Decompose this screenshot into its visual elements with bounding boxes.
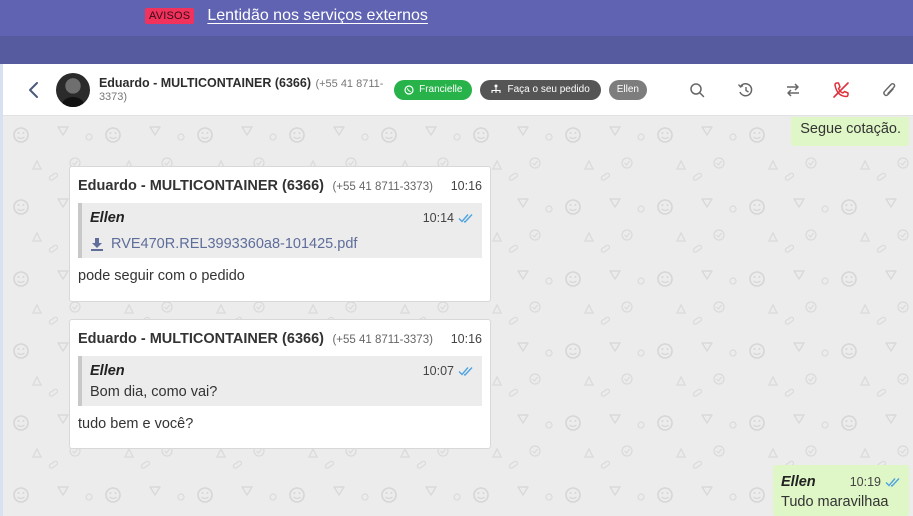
whatsapp-icon <box>404 84 414 95</box>
message-header: Eduardo - MULTICONTAINER (6366) (+55 41 … <box>78 177 482 195</box>
tag-label: Francielle <box>419 84 463 95</box>
search-icon <box>690 82 705 97</box>
notice-badge: AVISOS <box>145 8 195 24</box>
incoming-message[interactable]: Eduardo - MULTICONTAINER (6366) (+55 41 … <box>69 166 491 302</box>
file-name: RVE470R.REL3993360a8-101425.pdf <box>111 236 358 252</box>
chevron-left-icon <box>29 81 39 98</box>
tag-ellen[interactable]: Ellen <box>608 79 647 100</box>
paperclip-icon <box>883 82 896 96</box>
message-sender: Eduardo - MULTICONTAINER (6366) <box>78 331 324 347</box>
message-text: tudo bem e você? <box>78 416 194 432</box>
header-actions <box>673 75 913 105</box>
quoted-message[interactable]: Ellen 10:07 Bom dia, como vai? <box>78 356 482 406</box>
end-call-icon <box>833 81 849 98</box>
quoted-message[interactable]: Ellen 10:14 RVE470R.REL3993360a8-101425.… <box>78 203 482 258</box>
message-author: Ellen <box>781 474 816 490</box>
search-button[interactable] <box>673 75 721 105</box>
quote-time: 10:07 <box>422 364 454 378</box>
quote-text: Bom dia, como vai? <box>90 384 218 400</box>
message-time: 10:19 <box>849 475 881 489</box>
notice-bar: AVISOS Lentidão nos serviços externos <box>0 0 913 64</box>
transfer-button[interactable] <box>769 75 817 105</box>
tag-label: Faça o seu pedido <box>507 84 590 95</box>
transfer-icon <box>787 82 799 97</box>
message-sender: Eduardo - MULTICONTAINER (6366) <box>78 178 324 194</box>
file-attachment-link[interactable]: RVE470R.REL3993360a8-101425.pdf <box>90 236 474 252</box>
double-check-icon <box>458 214 473 223</box>
outgoing-message[interactable]: Segue cotação. <box>791 117 909 146</box>
message-time: 10:16 <box>450 332 482 346</box>
double-check-icon <box>458 367 473 376</box>
history-icon <box>737 82 752 96</box>
message-text: Tudo maravilhaa <box>781 494 889 510</box>
quote-header: Ellen 10:14 <box>90 210 474 226</box>
message-text: pode seguir com o pedido <box>78 268 245 284</box>
double-check-icon <box>885 478 900 487</box>
message-phone: (+55 41 8711-3373) <box>332 181 433 193</box>
chat-area[interactable]: Segue cotação. Eduardo - MULTICONTAINER … <box>3 117 913 516</box>
notice-row: AVISOS Lentidão nos serviços externos <box>145 7 428 25</box>
contact-name: Eduardo - MULTICONTAINER (6366) <box>98 75 311 90</box>
end-call-button[interactable] <box>817 75 865 105</box>
message-text: Segue cotação. <box>800 121 901 137</box>
chat-header: Eduardo - MULTICONTAINER (6366) (+55 41 … <box>3 64 913 116</box>
message-header: Ellen 10:19 <box>781 474 901 490</box>
attach-button[interactable] <box>865 75 913 105</box>
flow-icon <box>491 84 502 93</box>
quote-time: 10:14 <box>422 211 454 225</box>
quote-author: Ellen <box>90 363 125 379</box>
contact-info[interactable]: Eduardo - MULTICONTAINER (6366) (+55 41 … <box>98 75 390 102</box>
quote-time-group: 10:14 <box>423 211 474 225</box>
quote-time-group: 10:07 <box>423 364 474 378</box>
notice-link[interactable]: Lentidão nos serviços externos <box>207 7 428 25</box>
tag-francielle[interactable]: Francielle <box>394 79 473 100</box>
notice-bar-shadow <box>0 36 913 64</box>
incoming-message[interactable]: Eduardo - MULTICONTAINER (6366) (+55 41 … <box>69 319 491 449</box>
quote-author: Ellen <box>90 210 125 226</box>
message-time-group: 10:19 <box>850 475 901 489</box>
back-button[interactable] <box>17 72 52 108</box>
outgoing-message[interactable]: Ellen 10:19 Tudo maravilhaa <box>773 465 909 516</box>
message-header: Eduardo - MULTICONTAINER (6366) (+55 41 … <box>78 330 482 348</box>
tag-faca-o-seu-pedido[interactable]: Faça o seu pedido <box>480 79 601 100</box>
download-icon <box>91 238 103 251</box>
contact-avatar[interactable] <box>55 72 90 107</box>
quote-header: Ellen 10:07 <box>90 363 474 379</box>
message-time: 10:16 <box>450 179 482 193</box>
message-phone: (+55 41 8711-3373) <box>332 334 433 346</box>
history-button[interactable] <box>721 75 769 105</box>
